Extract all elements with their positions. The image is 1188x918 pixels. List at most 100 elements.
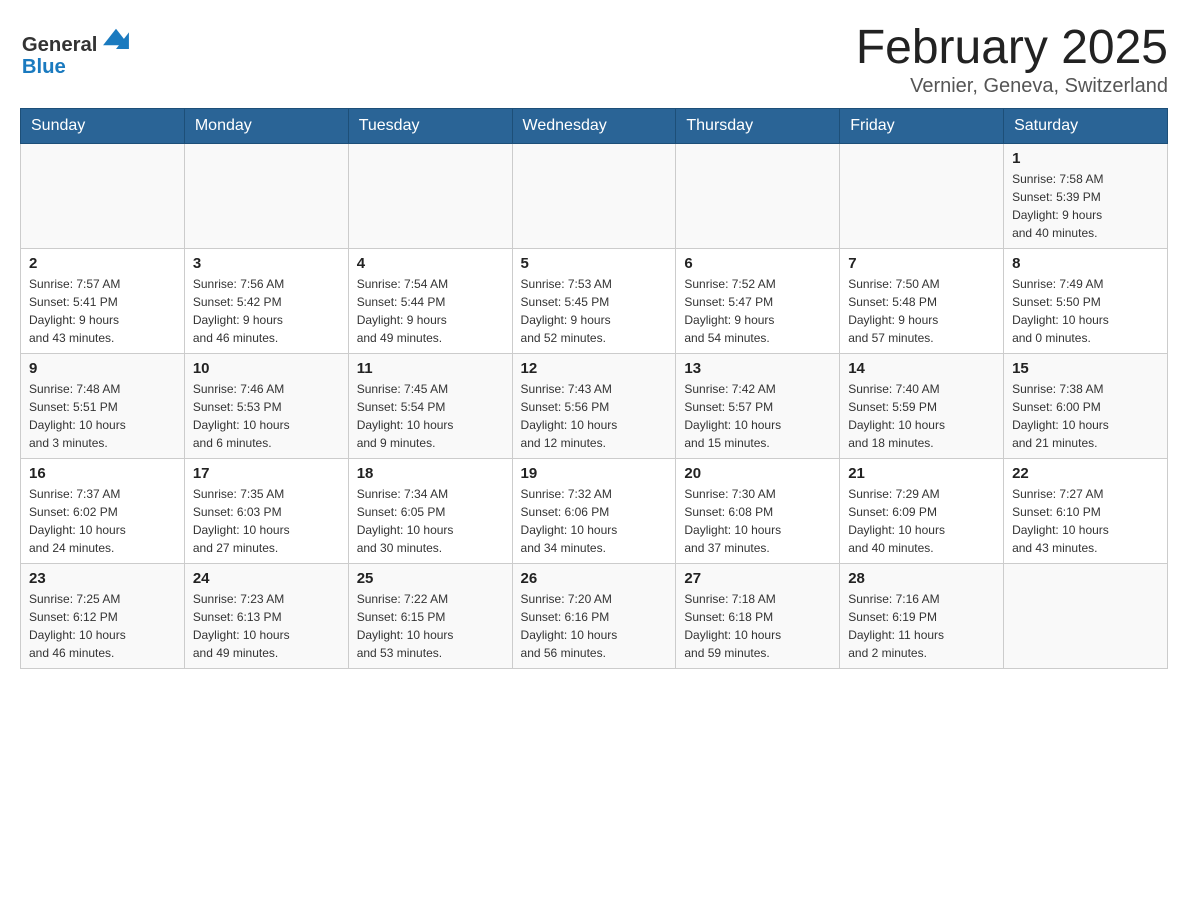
month-title: February 2025	[856, 20, 1168, 75]
day-info: Sunrise: 7:43 AMSunset: 5:56 PMDaylight:…	[521, 380, 668, 452]
day-info: Sunrise: 7:45 AMSunset: 5:54 PMDaylight:…	[357, 380, 504, 452]
day-number: 23	[29, 570, 176, 587]
day-number: 17	[193, 465, 340, 482]
calendar-day-cell: 2Sunrise: 7:57 AMSunset: 5:41 PMDaylight…	[21, 249, 185, 354]
day-info: Sunrise: 7:29 AMSunset: 6:09 PMDaylight:…	[848, 485, 995, 557]
day-number: 12	[521, 360, 668, 377]
calendar-week-row: 16Sunrise: 7:37 AMSunset: 6:02 PMDayligh…	[21, 459, 1168, 564]
day-number: 22	[1012, 465, 1159, 482]
day-number: 2	[29, 255, 176, 272]
day-info: Sunrise: 7:25 AMSunset: 6:12 PMDaylight:…	[29, 590, 176, 662]
day-number: 3	[193, 255, 340, 272]
day-info: Sunrise: 7:32 AMSunset: 6:06 PMDaylight:…	[521, 485, 668, 557]
day-info: Sunrise: 7:22 AMSunset: 6:15 PMDaylight:…	[357, 590, 504, 662]
calendar-day-cell	[184, 144, 348, 249]
calendar-header-row: Sunday Monday Tuesday Wednesday Thursday…	[21, 109, 1168, 144]
calendar-day-cell	[676, 144, 840, 249]
calendar-day-cell: 26Sunrise: 7:20 AMSunset: 6:16 PMDayligh…	[512, 564, 676, 669]
calendar-day-cell: 15 Sunrise: 7:38 AMSunset: 6:00 PMDayligh…	[1004, 354, 1168, 459]
col-wednesday: Wednesday	[512, 109, 676, 144]
day-number: 9	[29, 360, 176, 377]
day-number: 19	[521, 465, 668, 482]
calendar-day-cell: 11 Sunrise: 7:45 AMSunset: 5:54 PMDayligh…	[348, 354, 512, 459]
day-info: Sunrise: 7:53 AMSunset: 5:45 PMDaylight:…	[521, 275, 668, 347]
logo-svg: General Blue	[20, 20, 140, 90]
col-friday: Friday	[840, 109, 1004, 144]
day-number: 1	[1012, 150, 1159, 167]
day-number: 14	[848, 360, 995, 377]
calendar-day-cell: 7 Sunrise: 7:50 AMSunset: 5:48 PMDaylight…	[840, 249, 1004, 354]
calendar-day-cell: 21Sunrise: 7:29 AMSunset: 6:09 PMDayligh…	[840, 459, 1004, 564]
day-info: Sunrise: 7:46 AMSunset: 5:53 PMDaylight:…	[193, 380, 340, 452]
day-number: 4	[357, 255, 504, 272]
svg-text:General: General	[22, 34, 98, 56]
day-number: 18	[357, 465, 504, 482]
day-number: 7	[848, 255, 995, 272]
col-saturday: Saturday	[1004, 109, 1168, 144]
calendar-day-cell: 4 Sunrise: 7:54 AMSunset: 5:44 PMDaylight…	[348, 249, 512, 354]
location-text: Vernier, Geneva, Switzerland	[856, 75, 1168, 98]
day-number: 15	[1012, 360, 1159, 377]
day-number: 11	[357, 360, 504, 377]
day-info: Sunrise: 7:54 AMSunset: 5:44 PMDaylight:…	[357, 275, 504, 347]
svg-text:Blue: Blue	[22, 56, 66, 78]
day-info: Sunrise: 7:18 AMSunset: 6:18 PMDaylight:…	[684, 590, 831, 662]
calendar-day-cell: 24 Sunrise: 7:23 AMSunset: 6:13 PMDayligh…	[184, 564, 348, 669]
day-info: Sunrise: 7:30 AMSunset: 6:08 PMDaylight:…	[684, 485, 831, 557]
day-number: 20	[684, 465, 831, 482]
col-thursday: Thursday	[676, 109, 840, 144]
calendar-table: Sunday Monday Tuesday Wednesday Thursday…	[20, 108, 1168, 669]
day-number: 5	[521, 255, 668, 272]
day-number: 28	[848, 570, 995, 587]
day-info: Sunrise: 7:34 AMSunset: 6:05 PMDaylight:…	[357, 485, 504, 557]
day-info: Sunrise: 7:20 AMSunset: 6:16 PMDaylight:…	[521, 590, 668, 662]
calendar-day-cell: 25 Sunrise: 7:22 AMSunset: 6:15 PMDayligh…	[348, 564, 512, 669]
calendar-day-cell: 17 Sunrise: 7:35 AMSunset: 6:03 PMDayligh…	[184, 459, 348, 564]
calendar-day-cell: 10 Sunrise: 7:46 AMSunset: 5:53 PMDayligh…	[184, 354, 348, 459]
col-tuesday: Tuesday	[348, 109, 512, 144]
calendar-day-cell: 6 Sunrise: 7:52 AMSunset: 5:47 PMDaylight…	[676, 249, 840, 354]
day-info: Sunrise: 7:23 AMSunset: 6:13 PMDaylight:…	[193, 590, 340, 662]
title-section: February 2025 Vernier, Geneva, Switzerla…	[856, 20, 1168, 98]
calendar-day-cell: 14Sunrise: 7:40 AMSunset: 5:59 PMDayligh…	[840, 354, 1004, 459]
day-info: Sunrise: 7:42 AMSunset: 5:57 PMDaylight:…	[684, 380, 831, 452]
calendar-day-cell: 19 Sunrise: 7:32 AMSunset: 6:06 PMDayligh…	[512, 459, 676, 564]
day-number: 16	[29, 465, 176, 482]
calendar-week-row: 23 Sunrise: 7:25 AMSunset: 6:12 PMDayligh…	[21, 564, 1168, 669]
day-info: Sunrise: 7:52 AMSunset: 5:47 PMDaylight:…	[684, 275, 831, 347]
day-info: Sunrise: 7:38 AMSunset: 6:00 PMDaylight:…	[1012, 380, 1159, 452]
day-info: Sunrise: 7:27 AMSunset: 6:10 PMDaylight:…	[1012, 485, 1159, 557]
day-info: Sunrise: 7:49 AMSunset: 5:50 PMDaylight:…	[1012, 275, 1159, 347]
calendar-day-cell: 12 Sunrise: 7:43 AMSunset: 5:56 PMDayligh…	[512, 354, 676, 459]
calendar-day-cell: 28 Sunrise: 7:16 AMSunset: 6:19 PMDayligh…	[840, 564, 1004, 669]
day-number: 13	[684, 360, 831, 377]
calendar-week-row: 9 Sunrise: 7:48 AMSunset: 5:51 PMDaylight…	[21, 354, 1168, 459]
logo: General Blue	[20, 20, 140, 90]
calendar-day-cell	[348, 144, 512, 249]
calendar-week-row: 2Sunrise: 7:57 AMSunset: 5:41 PMDaylight…	[21, 249, 1168, 354]
col-monday: Monday	[184, 109, 348, 144]
calendar-day-cell	[840, 144, 1004, 249]
day-info: Sunrise: 7:35 AMSunset: 6:03 PMDaylight:…	[193, 485, 340, 557]
day-number: 27	[684, 570, 831, 587]
calendar-day-cell: 27 Sunrise: 7:18 AMSunset: 6:18 PMDayligh…	[676, 564, 840, 669]
day-info: Sunrise: 7:58 AMSunset: 5:39 PMDaylight:…	[1012, 170, 1159, 242]
day-number: 6	[684, 255, 831, 272]
calendar-day-cell: 13 Sunrise: 7:42 AMSunset: 5:57 PMDayligh…	[676, 354, 840, 459]
calendar-day-cell: 3Sunrise: 7:56 AMSunset: 5:42 PMDaylight…	[184, 249, 348, 354]
day-number: 8	[1012, 255, 1159, 272]
calendar-day-cell: 1 Sunrise: 7:58 AMSunset: 5:39 PMDaylight…	[1004, 144, 1168, 249]
col-sunday: Sunday	[21, 109, 185, 144]
calendar-day-cell	[512, 144, 676, 249]
day-info: Sunrise: 7:48 AMSunset: 5:51 PMDaylight:…	[29, 380, 176, 452]
day-number: 10	[193, 360, 340, 377]
calendar-day-cell	[1004, 564, 1168, 669]
calendar-day-cell: 20 Sunrise: 7:30 AMSunset: 6:08 PMDayligh…	[676, 459, 840, 564]
page-header: General Blue February 2025 Vernier, Gene…	[20, 20, 1168, 98]
calendar-day-cell: 16Sunrise: 7:37 AMSunset: 6:02 PMDayligh…	[21, 459, 185, 564]
day-number: 24	[193, 570, 340, 587]
calendar-day-cell: 5 Sunrise: 7:53 AMSunset: 5:45 PMDaylight…	[512, 249, 676, 354]
day-number: 25	[357, 570, 504, 587]
day-info: Sunrise: 7:16 AMSunset: 6:19 PMDaylight:…	[848, 590, 995, 662]
day-info: Sunrise: 7:50 AMSunset: 5:48 PMDaylight:…	[848, 275, 995, 347]
